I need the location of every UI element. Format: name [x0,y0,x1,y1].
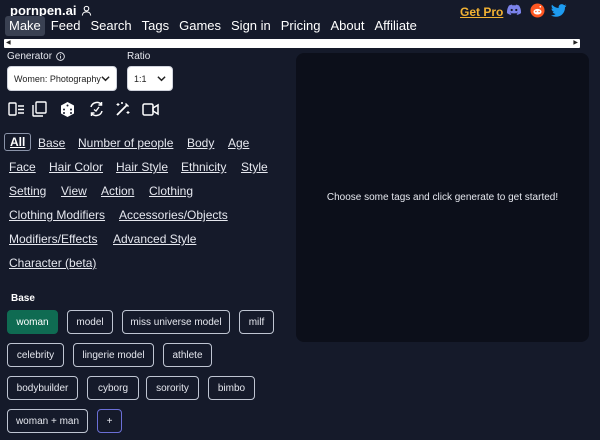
category-character-beta[interactable]: Character (beta) [9,256,96,270]
tag-bimbo[interactable]: bimbo [208,376,255,400]
scroll-right-icon[interactable]: ▶ [573,39,578,48]
tag-lingerie-model[interactable]: lingerie model [73,343,154,367]
chevron-down-icon [101,75,110,82]
category-accessories-objects[interactable]: Accessories/Objects [119,208,228,222]
user-icon[interactable] [81,5,92,16]
output-panel: Choose some tags and click generate to g… [296,53,589,342]
nav-item-tags[interactable]: Tags [138,16,173,36]
ratio-select[interactable]: 1:1 [127,66,173,91]
clear-icon[interactable] [7,100,25,118]
category-clothing-modifiers[interactable]: Clothing Modifiers [9,208,105,222]
category-number-of-people[interactable]: Number of people [78,136,173,150]
twitter-icon[interactable] [550,2,568,18]
category-hair-color[interactable]: Hair Color [49,160,103,174]
tag-celebrity[interactable]: celebrity [7,343,64,367]
category-view[interactable]: View [61,184,87,198]
refresh-icon[interactable] [87,100,105,118]
category-ethnicity[interactable]: Ethnicity [181,160,226,174]
category-setting[interactable]: Setting [9,184,46,198]
nav-item-pricing[interactable]: Pricing [277,16,325,36]
category-advanced-style[interactable]: Advanced Style [113,232,196,246]
nav-item-make[interactable]: Make [5,16,45,36]
category-body[interactable]: Body [187,136,214,150]
section-title-base: Base [11,293,35,304]
category-action[interactable]: Action [101,184,134,198]
tag-cyborg[interactable]: cyborg [87,376,139,400]
tag-sorority[interactable]: sorority [146,376,199,400]
main-nav: Make Feed Search Tags Games Sign in Pric… [5,16,423,36]
tag-woman[interactable]: woman [7,310,58,334]
category-base[interactable]: Base [38,136,65,150]
empty-state-message: Choose some tags and click generate to g… [326,192,559,203]
info-icon[interactable] [56,52,65,61]
tag-woman-plus-man[interactable]: woman + man [7,409,88,433]
add-tag-button[interactable]: + [97,409,122,433]
copy-icon[interactable] [30,100,48,118]
reddit-icon[interactable] [528,2,546,18]
discord-icon[interactable] [505,2,523,18]
category-age[interactable]: Age [228,136,249,150]
get-pro-link[interactable]: Get Pro [460,5,503,19]
horizontal-scrollbar[interactable]: ◀ ▶ [4,39,580,48]
category-clothing[interactable]: Clothing [149,184,193,198]
generator-label-text: Generator [7,51,53,62]
tag-model[interactable]: model [67,310,113,334]
nav-item-affiliate[interactable]: Affiliate [371,16,421,36]
category-all[interactable]: All [4,133,32,151]
video-icon[interactable] [141,100,159,118]
nav-item-search[interactable]: Search [86,16,135,36]
category-hair-style[interactable]: Hair Style [116,160,168,174]
tag-miss-universe-model[interactable]: miss universe model [122,310,230,334]
generator-select-value: Women: Photography [14,73,101,84]
generator-label: Generator [7,51,65,62]
dice-icon[interactable] [58,100,76,118]
nav-item-games[interactable]: Games [175,16,225,36]
tag-milf[interactable]: milf [239,310,274,334]
category-style[interactable]: Style [241,160,268,174]
nav-item-sign-in[interactable]: Sign in [227,16,275,36]
ratio-select-value: 1:1 [134,73,147,84]
chevron-down-icon [157,75,166,82]
nav-item-about[interactable]: About [327,16,369,36]
magic-wand-icon[interactable] [114,100,132,118]
nav-item-feed[interactable]: Feed [47,16,85,36]
category-face[interactable]: Face [9,160,36,174]
category-modifiers-effects[interactable]: Modifiers/Effects [9,232,97,246]
tag-bodybuilder[interactable]: bodybuilder [7,376,78,400]
generator-select[interactable]: Women: Photography [7,66,117,91]
tag-athlete[interactable]: athlete [163,343,212,367]
ratio-label-text: Ratio [127,51,151,62]
scroll-left-icon[interactable]: ◀ [6,39,11,48]
ratio-label: Ratio [127,51,150,62]
